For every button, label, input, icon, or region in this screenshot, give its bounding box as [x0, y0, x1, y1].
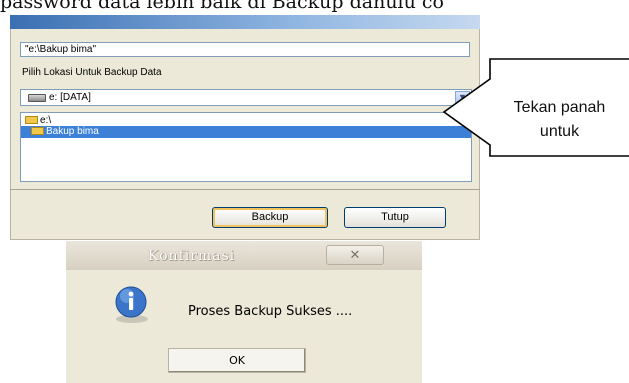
callout-line-1: Tekan panah [513, 99, 606, 116]
divider [10, 189, 480, 190]
folder-list[interactable]: e:\ Bakup bima [20, 112, 472, 182]
document-heading-fragment: password data lebih baik di Backup dahul… [0, 0, 444, 13]
dialog-title-strip [10, 15, 480, 29]
callout-arrow: Tekan panah untuk [440, 50, 629, 210]
folder-item-label: Bakup bima [46, 126, 99, 137]
hard-drive-icon [28, 94, 46, 102]
folder-item-label: e:\ [40, 115, 52, 126]
close-icon[interactable]: ✕ [326, 245, 384, 265]
drive-select[interactable]: e: [DATA] ▼ [20, 89, 472, 106]
folder-icon [25, 116, 38, 124]
backup-path-field[interactable]: "e:\Bakup bima" [20, 42, 470, 57]
folder-icon [31, 127, 44, 135]
ok-button[interactable]: OK [168, 348, 306, 373]
location-label: Pilih Lokasi Untuk Backup Data [22, 67, 162, 78]
confirmation-titlebar: Konfirmasi ✕ [66, 241, 422, 270]
callout-text: Tekan panah untuk [490, 96, 629, 144]
backup-button[interactable]: Backup [212, 207, 328, 228]
backup-dialog: "e:\Bakup bima" Pilih Lokasi Untuk Backu… [10, 15, 480, 240]
info-icon [115, 286, 148, 323]
callout-line-2: untuk [539, 123, 580, 140]
drive-select-value: e: [DATA] [49, 92, 91, 103]
folder-item-selected[interactable]: Bakup bima [21, 126, 471, 138]
confirmation-dialog: Konfirmasi ✕ Proses Backup Sukses .... O… [66, 241, 422, 383]
close-button[interactable]: Tutup [344, 207, 446, 228]
confirmation-title: Konfirmasi [148, 248, 236, 264]
confirmation-message: Proses Backup Sukses .... [188, 304, 353, 319]
